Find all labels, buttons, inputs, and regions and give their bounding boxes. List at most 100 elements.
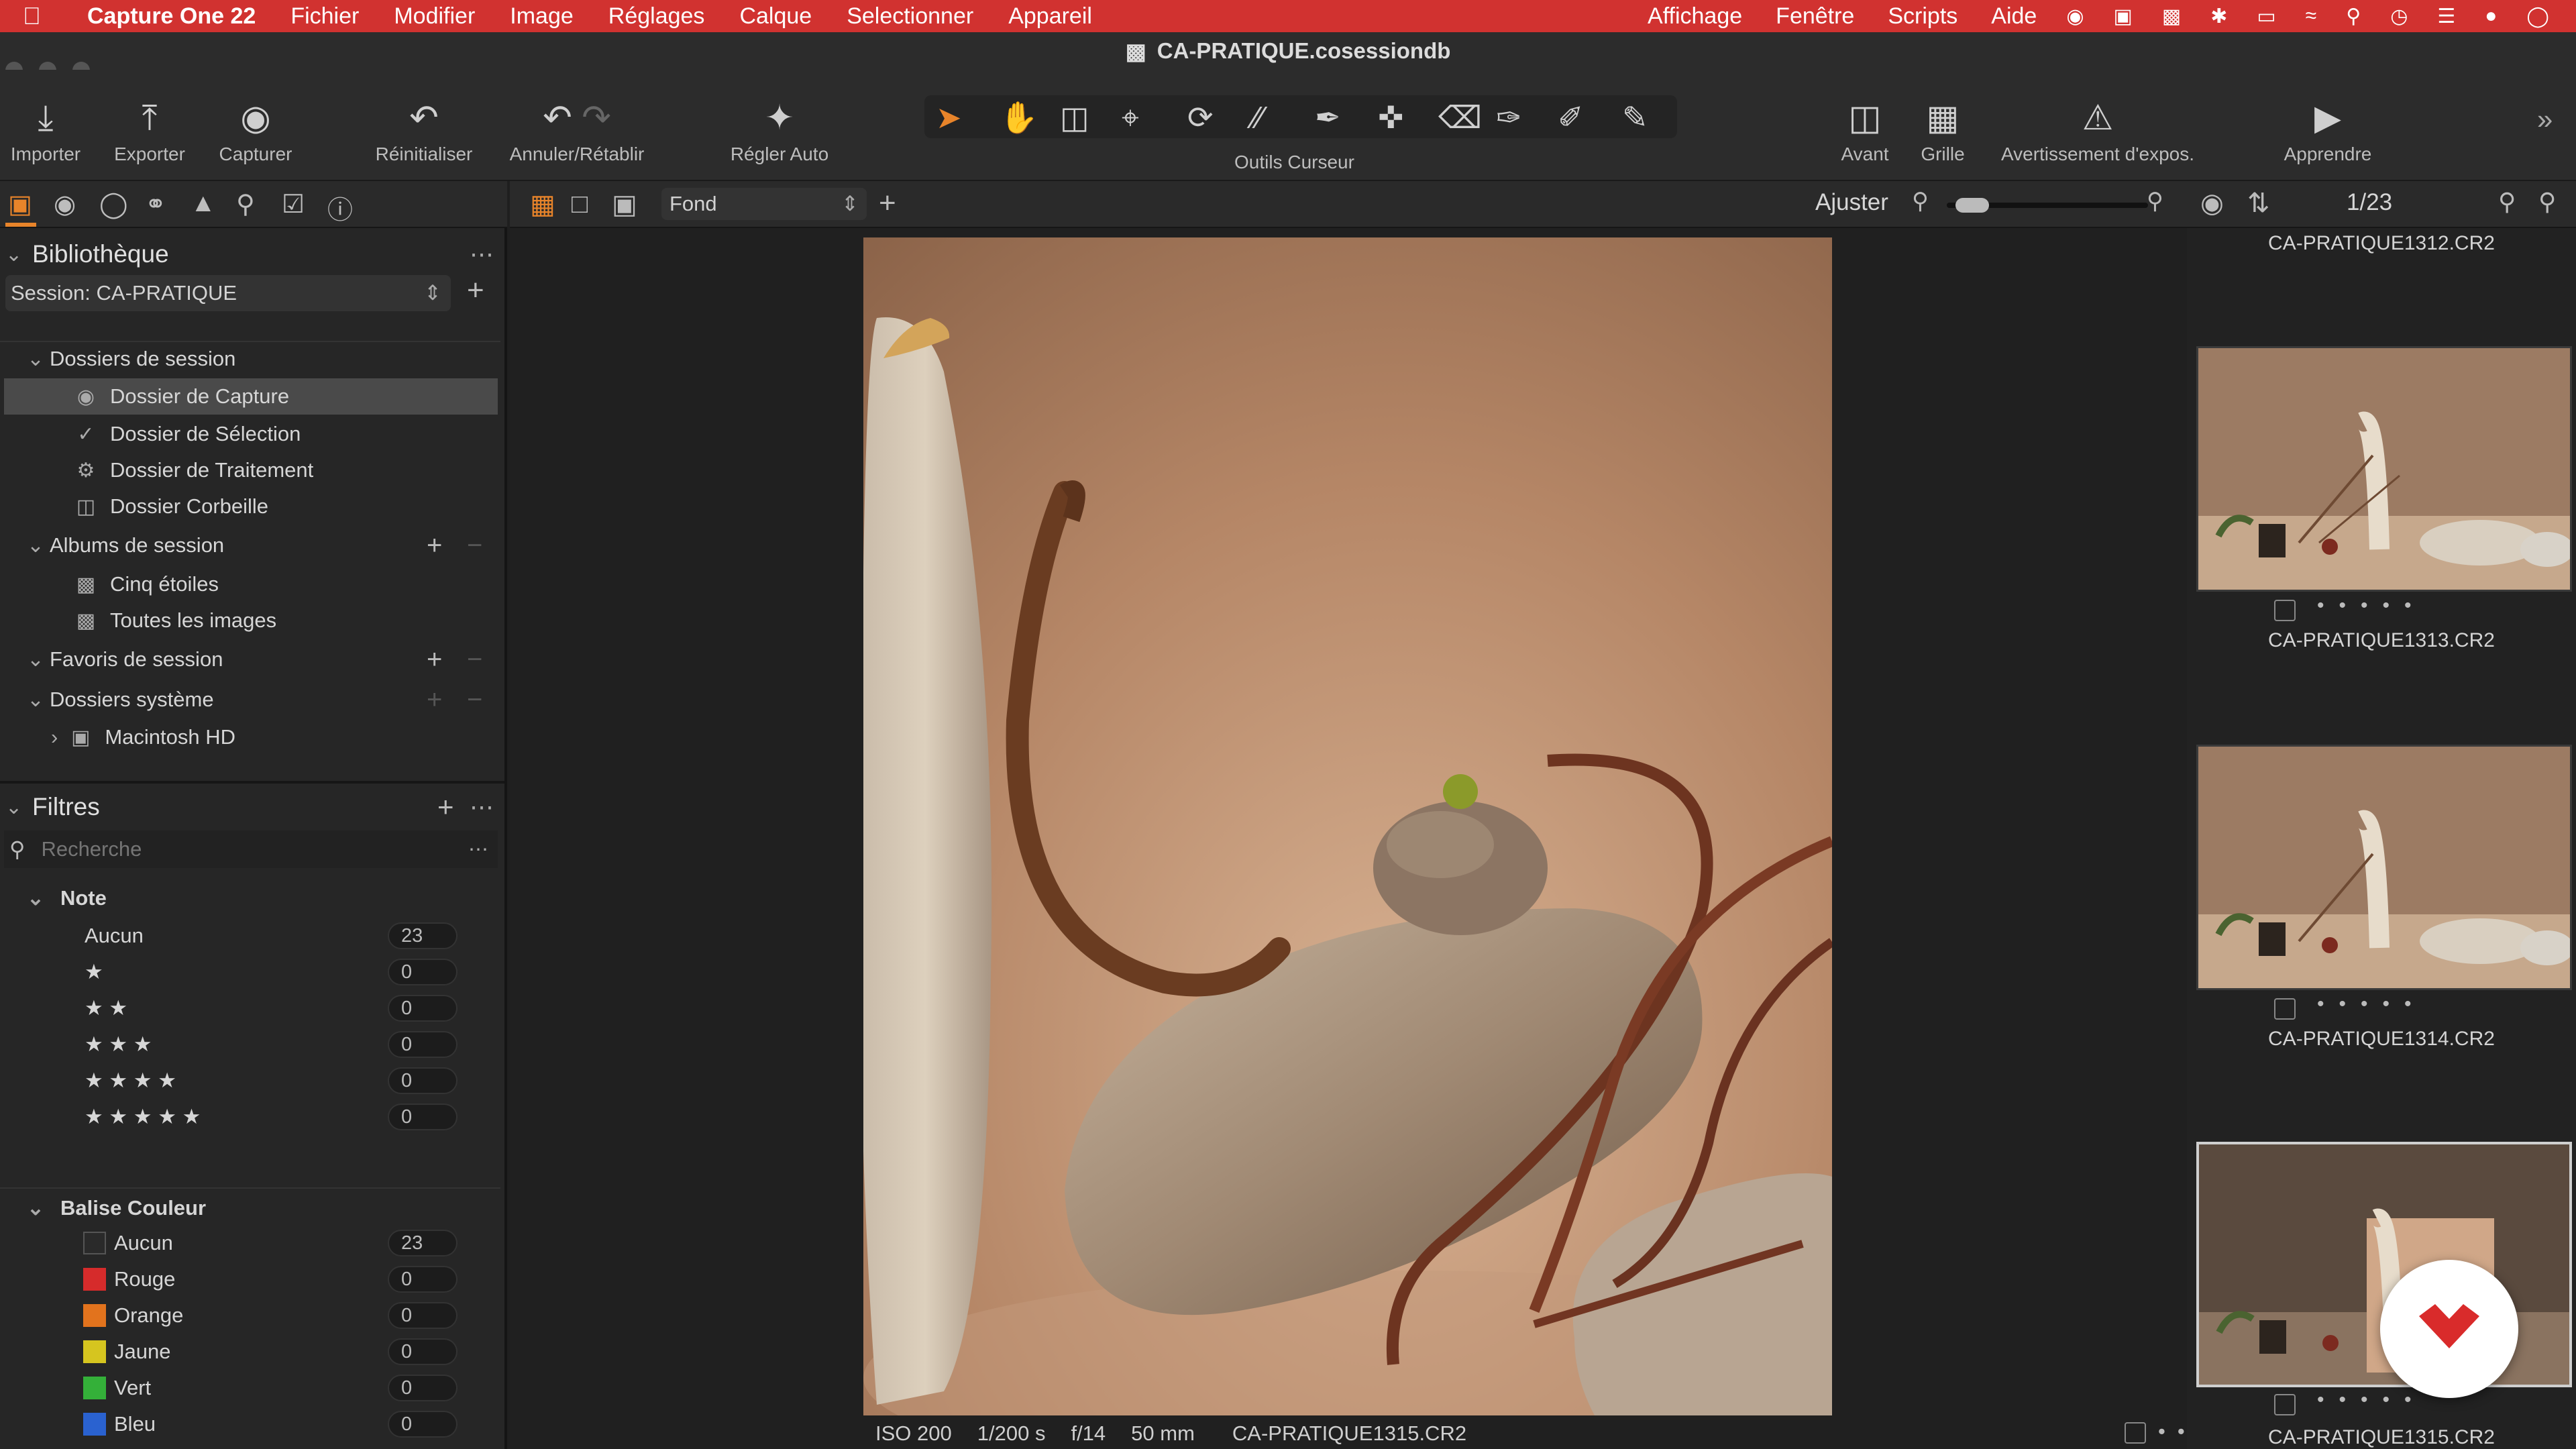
pick-icon[interactable]: ✒ — [1315, 99, 1341, 136]
album-five-stars[interactable]: ▩ Cinq étoiles — [0, 566, 507, 602]
add-session-item-icon[interactable]: + — [467, 274, 484, 307]
select-cursor-icon[interactable]: ➤ — [936, 99, 962, 136]
proof-view-icon[interactable]: ▣ — [612, 189, 637, 220]
multi-view-icon[interactable]: ▦ — [530, 189, 555, 220]
capture-button[interactable]: ◉ Capturer — [213, 97, 298, 165]
search-input[interactable] — [41, 837, 417, 861]
menu-affichage[interactable]: Affichage — [1648, 3, 1742, 30]
menu-modifier[interactable]: Modifier — [394, 3, 475, 30]
capture-folder-item[interactable]: ◉ Dossier de Capture — [4, 378, 498, 415]
sort-icon[interactable]: ⇅ — [2247, 188, 2270, 219]
loupe-icon[interactable]: ◫ — [1060, 99, 1089, 136]
album-all-images[interactable]: ▩ Toutes les images — [0, 602, 507, 639]
zoom-slider-knob[interactable] — [1955, 198, 1989, 213]
select-checkbox[interactable] — [2274, 600, 2296, 621]
bluetooth-icon[interactable]: ✱ — [2210, 5, 2227, 28]
session-albums-header[interactable]: ⌄ Albums de session + − — [0, 527, 507, 564]
apple-icon[interactable]:  — [23, 2, 60, 30]
rating-row[interactable]: ★ 0 — [0, 954, 507, 990]
menu-calque[interactable]: Calque — [739, 3, 812, 30]
capture-tab-icon[interactable]: ◉ — [54, 189, 76, 219]
color-tag-row[interactable]: Aucun 23 — [0, 1225, 507, 1261]
adjustments-tab-icon[interactable]: ☑ — [282, 189, 305, 219]
thumbnail[interactable] — [2196, 745, 2572, 990]
menu-fenetre[interactable]: Fenêtre — [1776, 3, 1854, 30]
rating-filter-header[interactable]: ⌄ Note — [0, 880, 507, 916]
menu-reglages[interactable]: Réglages — [608, 3, 705, 30]
grid-button[interactable]: ▦ Grille — [1909, 97, 1976, 165]
select-checkbox[interactable] — [2274, 998, 2296, 1020]
color-tab-icon[interactable]: ⚭ — [145, 189, 166, 219]
rating-row[interactable]: Aucun 23 — [0, 918, 507, 954]
record-icon[interactable]: ◉ — [2066, 5, 2084, 28]
menu-app[interactable]: Capture One 22 — [87, 3, 256, 30]
search-icon[interactable]: ⚲ — [2498, 188, 2516, 216]
add-favorite-icon[interactable]: + — [427, 645, 442, 675]
more-icon[interactable]: ⋯ — [470, 240, 494, 268]
add-album-icon[interactable]: + — [427, 531, 442, 561]
picker-icon[interactable]: ✑ — [1496, 99, 1522, 136]
filters-header[interactable]: ⌄ Filtres + ⋯ — [0, 784, 507, 830]
eraser-icon[interactable]: ⌫ — [1438, 99, 1482, 136]
add-system-folder-icon[interactable]: + — [427, 685, 442, 715]
crop-icon[interactable]: ⌖ — [1122, 99, 1139, 137]
menu-appareil[interactable]: Appareil — [1008, 3, 1092, 30]
zoom-icon[interactable]: ⚲ — [2538, 188, 2556, 216]
toolbar-overflow-icon[interactable]: » — [2537, 103, 2553, 136]
color-tag-row[interactable]: Orange 0 — [0, 1297, 507, 1334]
rating-row[interactable]: ★ ★ ★ ★ ★ 0 — [0, 1099, 507, 1135]
display-icon[interactable]: ▩ — [2162, 5, 2181, 28]
single-view-icon[interactable]: □ — [572, 189, 588, 219]
undo-redo-button[interactable]: ↶ ↷ Annuler/Rétablir — [503, 97, 651, 165]
menu-fichier[interactable]: Fichier — [290, 3, 359, 30]
color-tag-row[interactable]: Rouge 0 — [0, 1261, 507, 1297]
search-options-icon[interactable]: ⋯ — [468, 838, 488, 861]
selection-folder-item[interactable]: ✓ Dossier de Sélection — [0, 416, 507, 452]
gradient-icon[interactable]: ✎ — [1622, 99, 1648, 136]
spotlight-icon[interactable]: ⚲ — [2346, 5, 2361, 28]
filter-search-box[interactable]: ⚲ ⋯ — [4, 830, 498, 868]
add-layer-icon[interactable]: + — [879, 186, 896, 220]
add-filter-icon[interactable]: + — [437, 791, 454, 823]
import-button[interactable]: ⤓ Importer — [5, 97, 86, 165]
menu-selectionner[interactable]: Selectionner — [847, 3, 973, 30]
export-button[interactable]: ⤒ Exporter — [106, 97, 193, 165]
menu-image[interactable]: Image — [510, 3, 574, 30]
session-favorites-header[interactable]: ⌄ Favoris de session + − — [0, 641, 507, 678]
session-folders-header[interactable]: ⌄ Dossiers de session — [0, 341, 507, 377]
rating-dots[interactable]: ••••• — [2317, 993, 2426, 1016]
remove-album-icon[interactable]: − — [467, 531, 482, 561]
select-checkbox[interactable] — [2274, 1394, 2296, 1415]
siri-icon[interactable]: ● — [2485, 5, 2497, 28]
metadata-tab-icon[interactable]: ⓘ — [327, 189, 353, 226]
learn-button[interactable]: ▶ Apprendre — [2274, 97, 2381, 165]
details-tab-icon[interactable]: ⚲ — [236, 189, 255, 219]
zoom-in-icon[interactable]: ⚲ — [2147, 188, 2163, 215]
before-button[interactable]: ◫ Avant — [1831, 97, 1898, 165]
zoom-out-icon[interactable]: ⚲ — [1912, 188, 1929, 215]
color-tag-filter-header[interactable]: ⌄ Balise Couleur — [0, 1190, 507, 1226]
library-tab-icon[interactable]: ▣ — [8, 189, 32, 219]
rating-row[interactable]: ★ ★ ★ 0 — [0, 1026, 507, 1063]
macintosh-hd-item[interactable]: › ▣ Macintosh HD — [0, 719, 507, 755]
brush-icon[interactable]: ✐ — [1558, 99, 1584, 136]
layer-select[interactable]: Fond ⇕ — [661, 188, 867, 220]
control-center-icon[interactable]: ☰ — [2437, 5, 2455, 28]
timemachine-icon[interactable]: ◷ — [2390, 5, 2408, 28]
more-icon[interactable]: ⋯ — [470, 793, 494, 821]
color-tag-row[interactable]: Bleu 0 — [0, 1406, 507, 1442]
exposure-warning-button[interactable]: ⚠ Avertissement d'expos. — [1987, 97, 2208, 165]
trash-folder-item[interactable]: ◫ Dossier Corbeille — [0, 488, 507, 525]
rotate-icon[interactable]: ⟳ — [1187, 99, 1214, 136]
rating-dots[interactable]: ••••• — [2317, 594, 2426, 617]
system-folders-header[interactable]: ⌄ Dossiers système + − — [0, 682, 507, 718]
fit-button[interactable]: Ajuster — [1815, 189, 1888, 216]
color-tag-row[interactable]: Vert 0 — [0, 1370, 507, 1406]
history-icon[interactable]: ◯ — [2526, 5, 2549, 28]
remove-favorite-icon[interactable]: − — [467, 645, 482, 675]
battery-icon[interactable]: ▭ — [2257, 5, 2275, 28]
menu-aide[interactable]: Aide — [1991, 3, 2037, 30]
output-folder-item[interactable]: ⚙ Dossier de Traitement — [0, 452, 507, 488]
reset-button[interactable]: ↶ Réinitialiser — [370, 97, 478, 165]
wifi-icon[interactable]: ≈ — [2306, 5, 2316, 28]
